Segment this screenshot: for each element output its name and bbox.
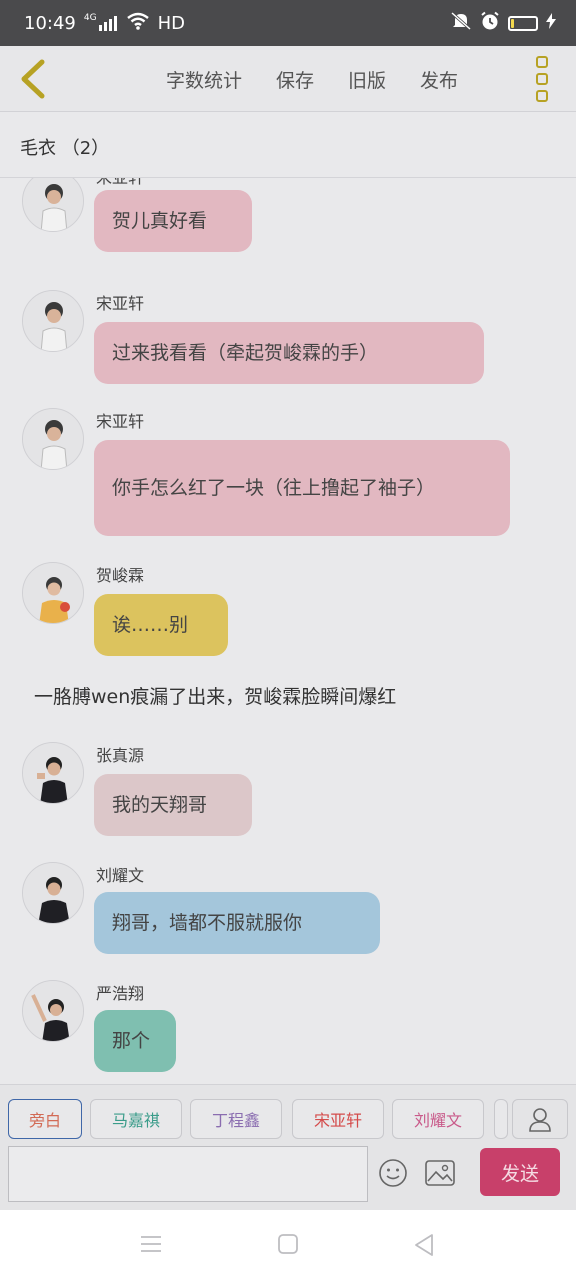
input-bar: 发送 xyxy=(0,1142,576,1210)
message-bubble[interactable]: 我的天翔哥 xyxy=(94,774,252,836)
avatar[interactable] xyxy=(22,980,84,1042)
sender-name: 严浩翔 xyxy=(96,984,145,1003)
mute-icon xyxy=(450,11,472,36)
chapter-title[interactable]: 毛衣 （2） xyxy=(20,134,109,160)
role-ding-chengxin[interactable]: 丁程鑫 xyxy=(190,1099,282,1139)
sender-name: 宋亚轩 xyxy=(96,178,144,188)
network-type: 4G xyxy=(83,13,97,23)
back-nav-icon[interactable] xyxy=(414,1234,434,1260)
network-icon: 4G xyxy=(83,13,118,31)
chevron-left-icon xyxy=(21,59,45,99)
sender-name: 张真源 xyxy=(96,746,145,765)
battery-level xyxy=(511,18,514,28)
message-bubble[interactable]: 你手怎么红了一块（往上撸起了袖子） xyxy=(94,440,510,536)
word-count-button[interactable]: 字数统计 xyxy=(166,66,242,93)
message-bubble[interactable]: 诶……别 xyxy=(94,594,228,656)
avatar[interactable] xyxy=(22,290,84,352)
message-bubble[interactable]: 翔哥，墙都不服就服你 xyxy=(94,892,380,954)
role-song-yaxuan[interactable]: 宋亚轩 xyxy=(292,1099,384,1139)
chat-list[interactable]: 宋亚轩 贺儿真好看 宋亚轩 过来我看看（牵起贺峻霖的手） 宋亚轩 你手怎么红了一… xyxy=(0,178,576,1084)
character-manage-button[interactable] xyxy=(512,1099,568,1139)
save-button[interactable]: 保存 xyxy=(276,66,314,93)
menu-icon[interactable] xyxy=(140,1234,162,1258)
sender-name: 贺峻霖 xyxy=(96,566,145,585)
charging-icon xyxy=(546,12,556,34)
publish-button[interactable]: 发布 xyxy=(420,66,458,93)
toolbar-actions: 字数统计 保存 旧版 发布 xyxy=(166,46,458,112)
alarm-icon xyxy=(480,11,500,36)
hd-label: HD xyxy=(157,12,185,34)
avatar[interactable] xyxy=(22,408,84,470)
image-icon[interactable] xyxy=(425,1160,455,1186)
sender-name: 宋亚轩 xyxy=(96,412,145,431)
message-bubble[interactable]: 那个 xyxy=(94,1010,176,1072)
avatar[interactable] xyxy=(22,742,84,804)
status-time: 10:49 xyxy=(24,12,76,34)
avatar[interactable] xyxy=(22,862,84,924)
message-input[interactable] xyxy=(8,1146,368,1202)
person-icon xyxy=(529,1108,551,1132)
home-icon[interactable] xyxy=(278,1234,298,1258)
message-bubble[interactable]: 贺儿真好看 xyxy=(94,190,252,252)
emoji-icon[interactable] xyxy=(378,1158,408,1188)
sender-name: 宋亚轩 xyxy=(96,294,145,313)
role-selector: 旁白 马嘉祺 丁程鑫 宋亚轩 刘耀文 xyxy=(0,1084,576,1142)
status-left: 10:49 4G HD xyxy=(24,0,185,46)
sender-name: 刘耀文 xyxy=(96,866,145,885)
battery-icon xyxy=(508,15,538,31)
role-narrator[interactable]: 旁白 xyxy=(8,1099,82,1139)
avatar[interactable] xyxy=(22,562,84,624)
avatar[interactable] xyxy=(22,178,84,232)
role-liu-yaowen[interactable]: 刘耀文 xyxy=(392,1099,484,1139)
old-version-button[interactable]: 旧版 xyxy=(348,66,386,93)
narration-text[interactable]: 一胳膊wen痕漏了出来，贺峻霖脸瞬间爆红 xyxy=(34,682,396,709)
chapter-title-row: 毛衣 （2） xyxy=(0,112,576,178)
more-menu-icon[interactable] xyxy=(536,56,554,102)
send-button[interactable]: 发送 xyxy=(480,1148,560,1196)
wifi-icon xyxy=(126,12,150,35)
system-nav-bar xyxy=(0,1210,576,1280)
status-right xyxy=(450,0,556,46)
role-more[interactable] xyxy=(494,1099,508,1139)
status-bar: 10:49 4G HD xyxy=(0,0,576,46)
role-ma-jiaqi[interactable]: 马嘉祺 xyxy=(90,1099,182,1139)
message-bubble[interactable]: 过来我看看（牵起贺峻霖的手） xyxy=(94,322,484,384)
back-button[interactable] xyxy=(14,58,54,100)
top-toolbar: 字数统计 保存 旧版 发布 xyxy=(0,46,576,112)
